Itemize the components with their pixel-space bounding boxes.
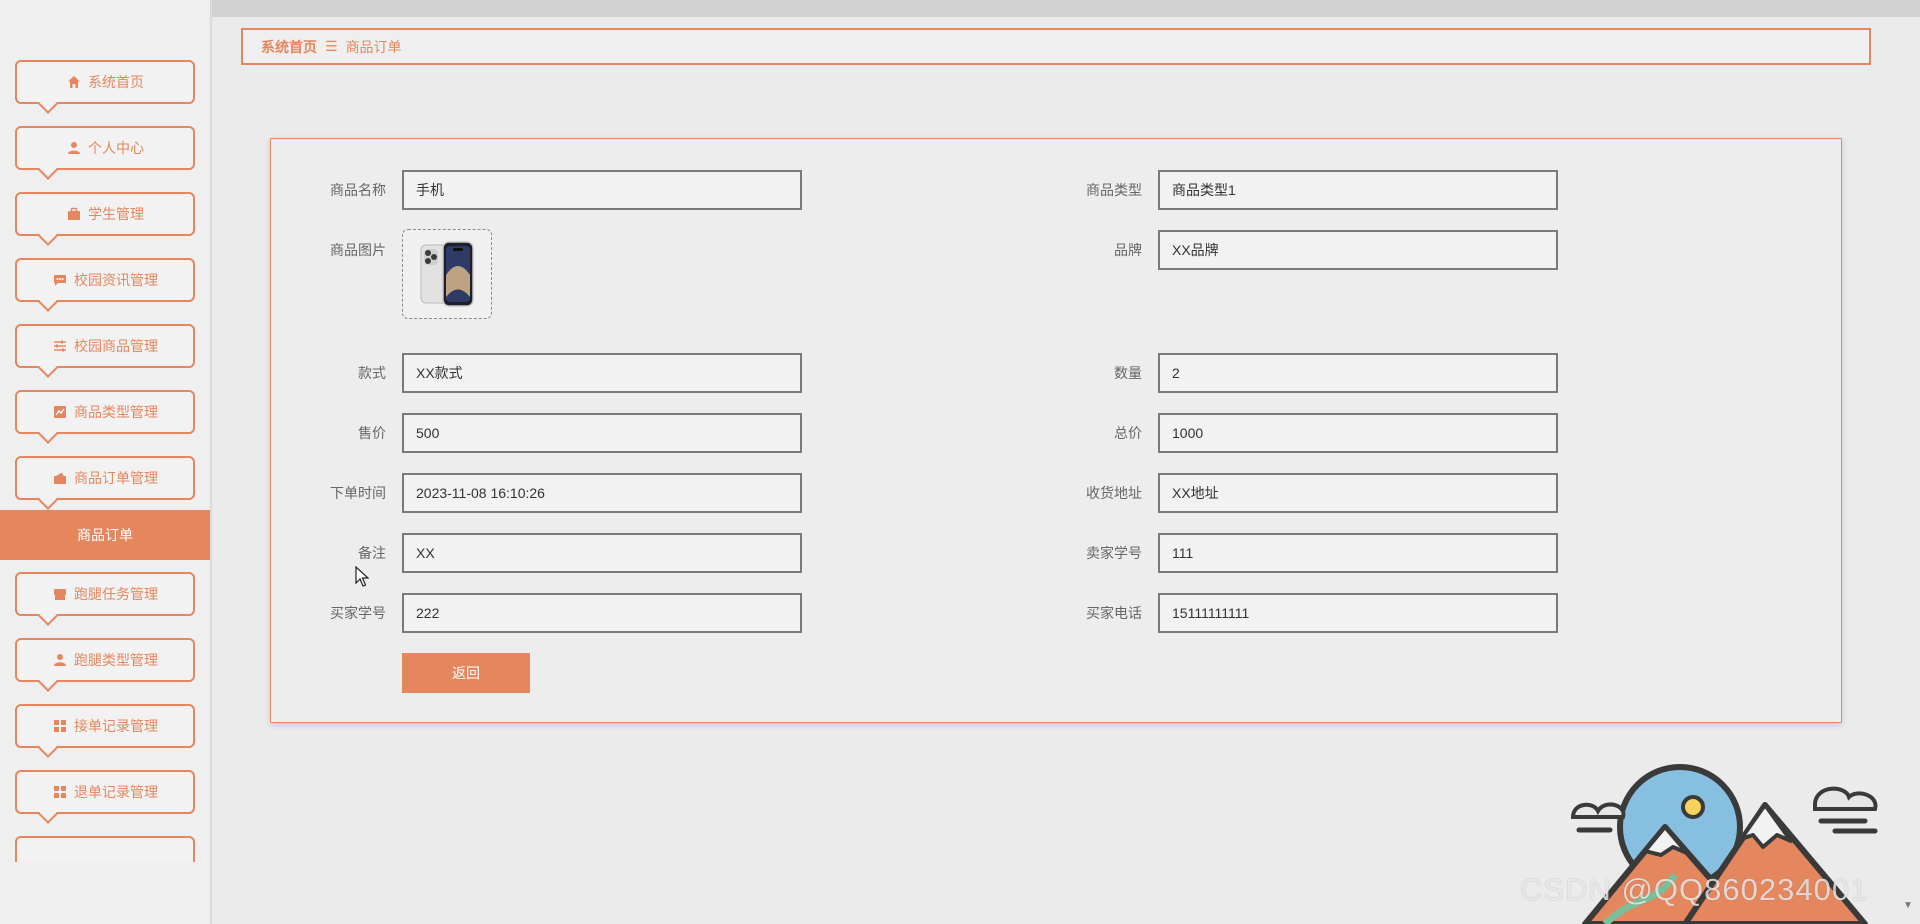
person-icon [52,652,68,668]
menu-item-label: 接单记录管理 [74,718,158,734]
menu-item-label: 校园资讯管理 [74,272,158,288]
sidebar: 系统首页 个人中心 学生管理 校园资讯管理 校园商品管理 商品类型管理 商品订单… [0,0,210,924]
menu-item-profile[interactable]: 个人中心 [15,126,195,170]
top-bar [212,0,1920,17]
style-field[interactable] [402,353,802,393]
product-name-field[interactable] [402,170,802,210]
chart-icon [52,404,68,420]
grid-icon [52,784,68,800]
phone-image-icon [420,241,474,307]
wallet-icon [52,470,68,486]
label-price: 售价 [358,425,386,441]
back-button[interactable]: 返回 [402,653,530,693]
address-field[interactable] [1158,473,1558,513]
menu-item-home[interactable]: 系统首页 [15,60,195,104]
label-seller-id: 卖家学号 [1086,545,1142,561]
buyer-phone-field[interactable] [1158,593,1558,633]
menu-item-label: 跑腿任务管理 [74,586,158,602]
label-address: 收货地址 [1086,485,1142,501]
menu-item-label: 校园商品管理 [74,338,158,354]
menu-item-product-types[interactable]: 商品类型管理 [15,390,195,434]
menu-item-errand-tasks[interactable]: 跑腿任务管理 [15,572,195,616]
user-icon [66,140,82,156]
order-detail-form: 商品名称 商品类型 商品图片 品牌 款式 数量 售价 总价 下单时间 收货地址 [270,138,1842,723]
label-remark: 备注 [358,545,386,561]
scroll-down-icon[interactable]: ▼ [1903,900,1913,911]
brand-field[interactable] [1158,230,1558,270]
sidebar-divider [210,0,213,924]
label-brand: 品牌 [1114,242,1142,258]
menu-item-students[interactable]: 学生管理 [15,192,195,236]
home-icon [66,74,82,90]
menu-item-label: 学生管理 [88,206,144,222]
label-buyer-id: 买家学号 [330,605,386,621]
label-order-time: 下单时间 [330,485,386,501]
label-product-image: 商品图片 [330,242,386,258]
label-total: 总价 [1114,425,1142,441]
watermark: CSDN @QQ860234001 [1520,872,1869,907]
grid-icon [52,718,68,734]
menu-item-products[interactable]: 校园商品管理 [15,324,195,368]
label-style: 款式 [358,365,386,381]
menu-item-label: 系统首页 [88,74,144,90]
menu-item-label: 个人中心 [88,140,144,156]
sliders-icon [52,338,68,354]
submenu-item-product-orders[interactable]: 商品订单 [0,510,210,560]
chat-icon [52,272,68,288]
breadcrumb-separator-icon: ☰ [325,38,338,54]
label-quantity: 数量 [1114,365,1142,381]
order-time-field[interactable] [402,473,802,513]
menu-item-label: 商品类型管理 [74,404,158,420]
label-product-type: 商品类型 [1086,182,1142,198]
menu-item-label: 商品订单管理 [74,470,158,486]
total-field[interactable] [1158,413,1558,453]
price-field[interactable] [402,413,802,453]
menu-item-label: 退单记录管理 [74,784,158,800]
briefcase-icon [66,206,82,222]
seller-id-field[interactable] [1158,533,1558,573]
menu-item-accept-records[interactable]: 接单记录管理 [15,704,195,748]
product-image[interactable] [402,229,492,319]
menu-item-news[interactable]: 校园资讯管理 [15,258,195,302]
breadcrumb-home[interactable]: 系统首页 [261,37,317,57]
quantity-field[interactable] [1158,353,1558,393]
breadcrumb: 系统首页 ☰ 商品订单 [241,28,1871,65]
label-buyer-phone: 买家电话 [1086,605,1142,621]
mouse-cursor-icon [355,566,369,587]
menu-item-refund-records[interactable]: 退单记录管理 [15,770,195,814]
label-product-name: 商品名称 [330,182,386,198]
store-icon [52,586,68,602]
breadcrumb-current: 商品订单 [345,38,402,55]
menu-item-label: 跑腿类型管理 [74,652,158,668]
menu-item-more[interactable] [15,836,195,862]
remark-field[interactable] [402,533,802,573]
menu-item-errand-types[interactable]: 跑腿类型管理 [15,638,195,682]
menu-item-orders[interactable]: 商品订单管理 [15,456,195,500]
buyer-id-field[interactable] [402,593,802,633]
product-type-field[interactable] [1158,170,1558,210]
